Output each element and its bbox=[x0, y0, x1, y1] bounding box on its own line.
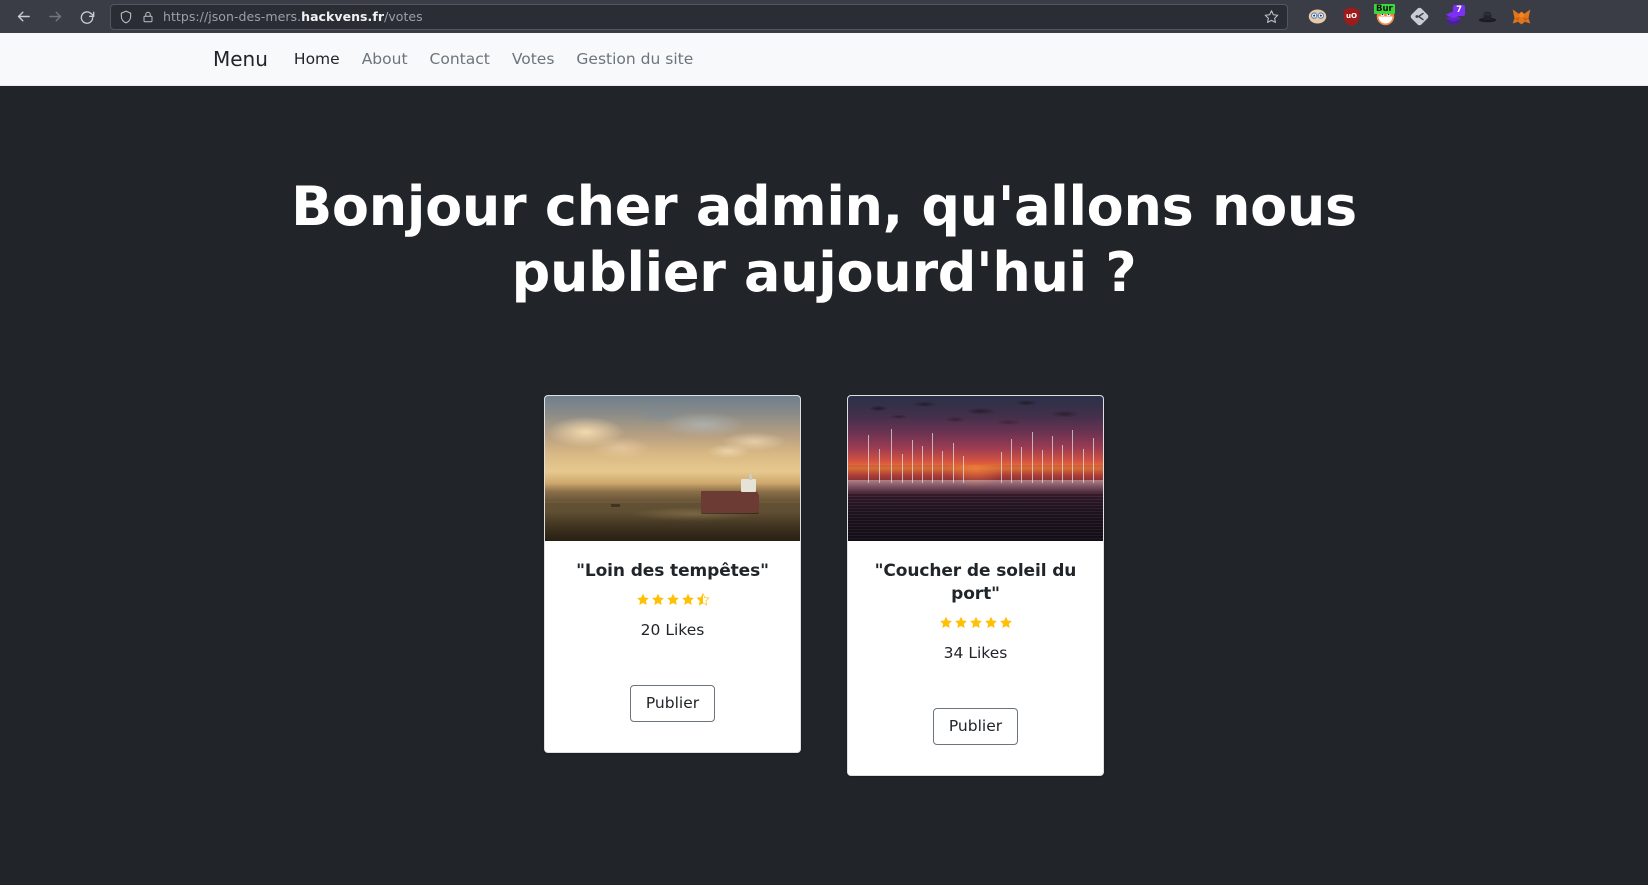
face-extension-icon[interactable] bbox=[1300, 3, 1334, 31]
burp-badge-label: Bur bbox=[1374, 3, 1395, 14]
star-full-icon bbox=[651, 592, 665, 607]
reload-icon[interactable] bbox=[72, 3, 102, 31]
boat-masts bbox=[848, 422, 1103, 483]
extension-toolbar: uO Bur 7 bbox=[1300, 3, 1538, 31]
lock-icon[interactable] bbox=[142, 10, 154, 24]
nav-link-home[interactable]: Home bbox=[294, 50, 340, 68]
publish-button[interactable]: Publier bbox=[932, 707, 1019, 745]
diamond-extension-icon[interactable] bbox=[1402, 3, 1436, 31]
url-prefix: https://json-des-mers. bbox=[163, 9, 302, 24]
nav-link-gestion-du-site[interactable]: Gestion du site bbox=[576, 50, 693, 68]
nav-link-contact[interactable]: Contact bbox=[430, 50, 490, 68]
browser-toolbar: https://json-des-mers.hackvens.fr/votes … bbox=[0, 0, 1648, 33]
star-full-icon bbox=[666, 592, 680, 607]
nav-link-votes[interactable]: Votes bbox=[512, 50, 555, 68]
svg-text:uO: uO bbox=[1345, 11, 1356, 20]
nav-link-about[interactable]: About bbox=[362, 50, 408, 68]
star-bookmark-icon[interactable] bbox=[1264, 9, 1279, 24]
card-title: "Coucher de soleil du port" bbox=[874, 560, 1077, 604]
layers-badge-count: 7 bbox=[1453, 4, 1465, 16]
site-navbar: Menu Home About Contact Votes Gestion du… bbox=[0, 33, 1648, 86]
url-domain: hackvens.fr bbox=[301, 9, 385, 24]
rating-stars bbox=[636, 592, 710, 607]
publish-button[interactable]: Publier bbox=[629, 684, 716, 722]
url-text: https://json-des-mers.hackvens.fr/votes bbox=[163, 9, 1255, 24]
star-full-icon bbox=[636, 592, 650, 607]
forward-arrow-icon[interactable] bbox=[40, 3, 70, 31]
back-arrow-icon[interactable] bbox=[8, 3, 38, 31]
page-content: Bonjour cher admin, qu'allons nous publi… bbox=[0, 86, 1648, 884]
star-full-icon bbox=[939, 615, 953, 630]
star-full-icon bbox=[954, 615, 968, 630]
likes-count: 20 Likes bbox=[640, 620, 705, 639]
likes-count: 34 Likes bbox=[943, 643, 1008, 662]
card-title: "Loin des tempêtes" bbox=[576, 560, 769, 581]
metamask-fox-icon[interactable] bbox=[1504, 3, 1538, 31]
ublock-origin-icon[interactable]: uO bbox=[1334, 3, 1368, 31]
post-card[interactable]: "Loin des tempêtes" 20 Likes Publier bbox=[544, 394, 801, 753]
star-half-icon bbox=[695, 592, 710, 607]
layers-extension-icon[interactable]: 7 bbox=[1436, 3, 1470, 31]
rating-stars bbox=[939, 615, 1013, 630]
hat-extension-icon[interactable] bbox=[1470, 3, 1504, 31]
page-title: Bonjour cher admin, qu'allons nous publi… bbox=[291, 175, 1357, 304]
star-full-icon bbox=[999, 615, 1013, 630]
star-full-icon bbox=[984, 615, 998, 630]
harbor-sunset-photo bbox=[848, 395, 1103, 541]
address-bar[interactable]: https://json-des-mers.hackvens.fr/votes bbox=[110, 3, 1288, 30]
navbar-links: Home About Contact Votes Gestion du site bbox=[294, 50, 693, 68]
post-card[interactable]: "Coucher de soleil du port" 34 Likes Pub… bbox=[847, 394, 1104, 776]
shield-icon[interactable] bbox=[119, 10, 133, 24]
card-body: "Loin des tempêtes" 20 Likes Publier bbox=[545, 541, 800, 752]
star-full-icon bbox=[681, 592, 695, 607]
card-body: "Coucher de soleil du port" 34 Likes Pub… bbox=[848, 541, 1103, 775]
navbar-brand[interactable]: Menu bbox=[213, 47, 268, 71]
url-suffix: /votes bbox=[384, 9, 423, 24]
burp-suite-icon[interactable]: Bur bbox=[1368, 3, 1402, 31]
cargo-ship-sunset-photo bbox=[545, 395, 800, 541]
star-full-icon bbox=[969, 615, 983, 630]
card-list: "Loin des tempêtes" 20 Likes Publier "Co… bbox=[544, 394, 1104, 776]
